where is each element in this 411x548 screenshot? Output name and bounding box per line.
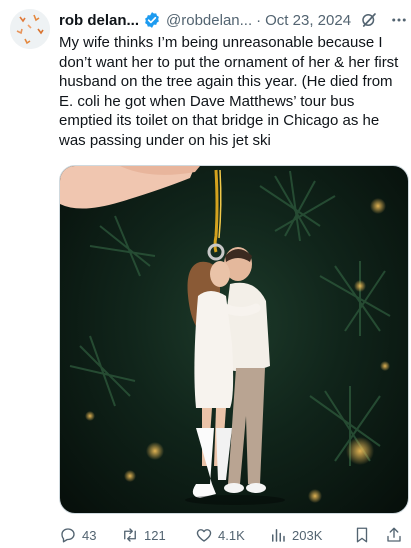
tweet-image[interactable] xyxy=(59,165,409,514)
reply-count: 43 xyxy=(82,527,97,543)
reply-button[interactable]: 43 xyxy=(59,526,121,544)
views-icon xyxy=(272,529,285,542)
bookmark-button[interactable] xyxy=(353,526,385,544)
share-button[interactable] xyxy=(385,526,407,544)
grok-icon[interactable] xyxy=(360,11,378,29)
views-button[interactable]: 203K xyxy=(269,526,353,544)
ornament-photo xyxy=(60,166,391,505)
action-bar: 43 121 4.1K 203K xyxy=(59,524,407,546)
author-name[interactable]: rob delan... xyxy=(59,12,139,29)
retweet-count: 121 xyxy=(144,527,166,543)
reply-icon xyxy=(61,528,75,543)
retweet-button[interactable]: 121 xyxy=(121,526,195,544)
views-count: 203K xyxy=(292,527,323,543)
separator-dot: · xyxy=(256,11,262,29)
tweet-text: My wife thinks I’m being unreasonable be… xyxy=(59,34,403,149)
like-button[interactable]: 4.1K xyxy=(195,526,269,544)
more-icon[interactable] xyxy=(390,11,408,29)
tweet[interactable]: rob delan... @robdelan... · Oct 23, 2024… xyxy=(0,0,411,548)
share-icon xyxy=(387,527,401,542)
author-handle[interactable]: @robdelan... xyxy=(166,12,252,29)
verified-badge-icon xyxy=(143,11,161,29)
bookmark-icon xyxy=(356,527,368,543)
tweet-date[interactable]: Oct 23, 2024 xyxy=(265,12,351,29)
heart-icon xyxy=(196,529,212,542)
like-count: 4.1K xyxy=(218,527,245,543)
avatar[interactable] xyxy=(10,9,50,49)
tweet-header: rob delan... @robdelan... · Oct 23, 2024 xyxy=(59,10,406,30)
retweet-icon xyxy=(124,528,136,542)
